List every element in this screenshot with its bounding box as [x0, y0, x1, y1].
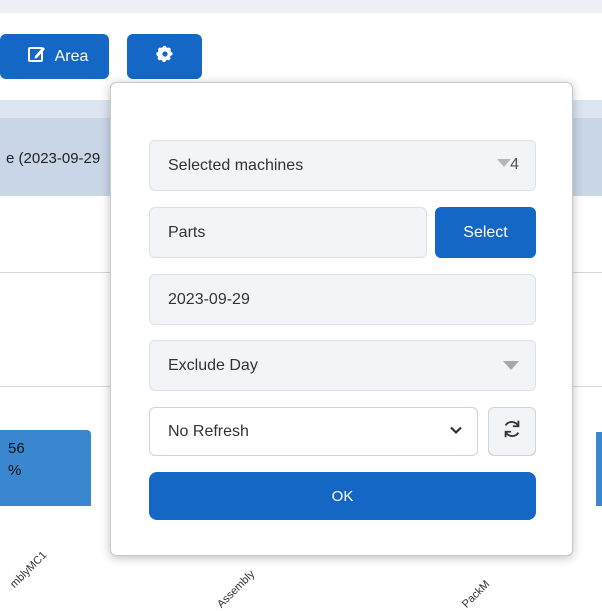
x-axis-label: mblyMC1	[8, 549, 50, 591]
area-button-label: Area	[54, 47, 89, 65]
refresh-select[interactable]: No Refresh	[149, 407, 478, 456]
date-value: 2023-09-29	[168, 290, 250, 308]
ok-button[interactable]: OK	[149, 472, 536, 520]
edit-icon	[27, 44, 47, 69]
table-row-text: e (2023-09-29	[6, 150, 101, 167]
refresh-button[interactable]	[488, 407, 536, 456]
settings-button[interactable]	[127, 34, 202, 79]
exclude-day-value: Exclude Day	[168, 356, 258, 374]
bar-value: 56	[8, 440, 25, 457]
select-button[interactable]: Select	[435, 207, 536, 258]
x-axis-label: Assembly	[215, 568, 258, 611]
refresh-icon	[501, 418, 523, 445]
settings-popup: Selected machines 4 Parts Select 2023-09…	[110, 82, 573, 556]
top-strip	[0, 0, 602, 13]
area-button[interactable]: Area	[0, 34, 109, 79]
dropdown-caret-icon	[503, 361, 519, 370]
parts-field[interactable]: Parts	[149, 207, 427, 258]
chevron-down-icon	[449, 423, 463, 442]
gear-icon	[155, 45, 174, 68]
bar-percent: %	[8, 462, 22, 479]
chart-bar: 56 %	[0, 430, 91, 506]
chart-bar	[596, 432, 602, 506]
dropdown-caret-icon	[497, 159, 511, 167]
date-field[interactable]: 2023-09-29	[149, 274, 536, 325]
machines-multiselect[interactable]: Selected machines 4	[149, 140, 536, 191]
exclude-day-dropdown[interactable]: Exclude Day	[149, 340, 536, 391]
machines-count-badge: 4	[510, 156, 519, 173]
parts-value: Parts	[168, 223, 206, 241]
machines-label: Selected machines	[168, 156, 304, 174]
refresh-value: No Refresh	[168, 422, 249, 440]
